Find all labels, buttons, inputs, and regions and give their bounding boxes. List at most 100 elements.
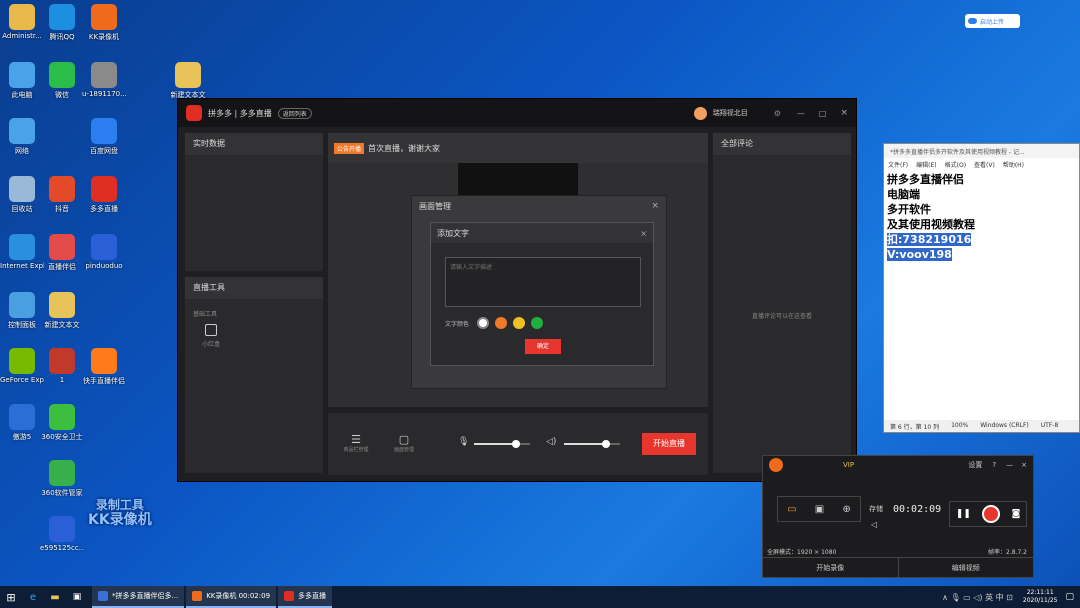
desktop-icon[interactable]: 微信	[40, 62, 84, 100]
tool-item[interactable]: 小红盒	[191, 324, 231, 348]
window-record-icon[interactable]: ▣	[815, 504, 824, 515]
desktop-icon-label: 回收站	[11, 205, 33, 213]
color-option[interactable]	[513, 317, 526, 329]
app-icon	[49, 62, 75, 88]
screen-dialog-close-icon[interactable]: ×	[651, 201, 659, 211]
color-option[interactable]	[495, 317, 508, 329]
vip-badge[interactable]: VIP	[843, 461, 854, 469]
comments-hint: 直播评论可以在这查看	[751, 313, 812, 320]
windows-start-icon[interactable]: ⊞	[0, 591, 22, 604]
clock-time: 22:11:11	[1026, 589, 1054, 596]
goods-manage-label: 商品栏管理	[343, 447, 369, 453]
kk-settings-button[interactable]: 设置	[968, 460, 982, 470]
taskbar-item[interactable]: 多多直播	[278, 586, 333, 608]
desktop-icon[interactable]: 百度网盘	[82, 118, 126, 156]
kk-help-button[interactable]: ?	[992, 461, 996, 469]
desktop-icon[interactable]: u-1891170...	[82, 62, 126, 98]
desktop-icon[interactable]: e595125cc...	[40, 516, 84, 552]
desktop-icon[interactable]: 傲游5	[0, 404, 44, 442]
desktop-icon[interactable]: 快手直播伴侣	[82, 348, 126, 386]
desktop-icon[interactable]: KK录像机	[82, 4, 126, 42]
kk-close-button[interactable]: ×	[1021, 461, 1027, 469]
text-color-label: 文字颜色	[445, 320, 470, 328]
user-avatar[interactable]	[693, 106, 707, 120]
user-name: 瑞翔视北目	[712, 109, 748, 117]
desktop-icon[interactable]: Internet Explorer	[0, 234, 44, 270]
close-icon[interactable]: ×	[840, 108, 848, 118]
desktop-icon-label: Internet Explorer	[0, 262, 44, 270]
notepad-menu-item[interactable]: 文件(F)	[888, 160, 908, 169]
desktop-icon[interactable]: 控制面板	[0, 292, 44, 330]
minimize-icon[interactable]: —	[797, 109, 805, 118]
desktop-icon[interactable]: 360安全卫士	[40, 404, 84, 442]
pause-icon[interactable]: ❚❚	[956, 509, 971, 519]
desktop-icon[interactable]: 回收站	[0, 176, 44, 214]
desktop-icon[interactable]: 直播伴侣	[40, 234, 84, 272]
app-icon	[91, 118, 117, 144]
tray-icons[interactable]: ∧ 🎙 ▭ ◁) 英 中 ⊡	[942, 592, 1013, 603]
notification-icon[interactable]: ▢	[1065, 592, 1074, 602]
desktop-icon[interactable]: 多多直播	[82, 176, 126, 214]
color-option[interactable]	[477, 317, 490, 329]
return-list-button[interactable]: 返回列表	[277, 107, 312, 119]
cloud-upload-button[interactable]: 启动上传	[965, 14, 1020, 28]
desktop-icon[interactable]: 抖音	[40, 176, 84, 214]
desktop-icon[interactable]: Administr...	[0, 4, 44, 40]
gear-icon[interactable]: ⚙	[774, 109, 781, 118]
screen-icon: ▢	[398, 433, 410, 446]
bottom-toolbar: ☰ 商品栏管理 ▢ 画面管理 🎙 ◁) 开始直播	[328, 413, 708, 475]
kk-recorder-window: VIP 设置 ? — × ▭ ▣ ⊕ 存储 ◁ 00:02:09 ❚❚ ◙ 全屏…	[762, 455, 1034, 578]
start-live-button[interactable]: 开始直播	[642, 433, 696, 455]
desktop-icon[interactable]: 新建文本文	[40, 292, 84, 330]
desktop-icon[interactable]: 360软件管家	[40, 460, 84, 498]
desktop-icon[interactable]: 腾讯QQ	[40, 4, 84, 42]
notepad-text-area[interactable]: 拼多多直播伴侣 电脑端 多开软件 及其使用视频教程 扣:738219016 V:voov…	[884, 170, 1079, 264]
tab-start-record[interactable]: 开始录像	[763, 558, 899, 577]
tab-edit-video[interactable]: 编辑视频	[899, 558, 1034, 577]
app-icon	[49, 176, 75, 202]
maximize-icon[interactable]: □	[819, 109, 827, 118]
tool-item-label: 小红盒	[201, 341, 220, 348]
desktop-icon[interactable]: pinduoduo	[82, 234, 126, 270]
speaker-slider-handle[interactable]	[602, 440, 610, 448]
screen-record-icon[interactable]: ▭	[787, 504, 796, 515]
taskbar-app-icon	[284, 591, 295, 601]
color-option[interactable]	[531, 317, 544, 329]
stop-record-icon[interactable]	[982, 505, 1001, 523]
kk-minimize-button[interactable]: —	[1006, 461, 1013, 469]
camera-icon[interactable]: ◙	[1012, 509, 1021, 519]
notepad-menu-item[interactable]: 格式(O)	[945, 160, 966, 169]
mic-slider[interactable]	[474, 440, 530, 448]
taskbar-app-icon	[192, 591, 203, 601]
mic-slider-handle[interactable]	[512, 440, 520, 448]
screen-manage-button[interactable]: ▢ 画面管理	[386, 433, 422, 453]
desktop-icon[interactable]: GeForce Experience	[0, 348, 44, 384]
screen-manage-dialog: 画面管理 × 添加文字 × 文字颜色 确定	[411, 195, 667, 389]
game-record-icon[interactable]: ⊕	[842, 504, 850, 515]
notepad-line: 电脑端	[887, 188, 920, 201]
desktop-icon-label: 网络	[15, 147, 29, 155]
speaker-slider[interactable]	[564, 440, 620, 448]
notepad-menu-item[interactable]: 帮助(H)	[1003, 160, 1024, 169]
app-icon	[49, 460, 75, 486]
store-icon[interactable]: ▣	[66, 592, 88, 602]
app-icon	[49, 292, 75, 318]
volume-icon[interactable]: ◁	[871, 520, 877, 529]
folder-icon[interactable]: ▬	[44, 592, 66, 603]
edge-icon[interactable]: e	[22, 592, 44, 603]
add-text-close-icon[interactable]: ×	[640, 229, 647, 238]
desktop-icon[interactable]: 此电脑	[0, 62, 44, 100]
notepad-menu-item[interactable]: 查看(V)	[974, 160, 995, 169]
taskbar-item[interactable]: *拼多多直播伴侣多...	[92, 586, 185, 608]
taskbar-item[interactable]: KK录像机 00:02:09	[186, 586, 277, 608]
goods-manage-button[interactable]: ☰ 商品栏管理	[338, 433, 374, 453]
notepad-menu-item[interactable]: 编辑(E)	[916, 160, 936, 169]
taskbar-item-label: *拼多多直播伴侣多...	[112, 592, 179, 600]
desktop-icon[interactable]: 网络	[0, 118, 44, 156]
screen-dialog-title: 画面管理	[419, 201, 451, 211]
confirm-button[interactable]: 确定	[525, 339, 561, 354]
text-description-input[interactable]	[445, 257, 641, 307]
add-text-dialog: 添加文字 × 文字颜色 确定	[430, 222, 654, 366]
desktop-icon[interactable]: 新建文本文	[166, 62, 210, 100]
desktop-icon[interactable]: 1	[40, 348, 84, 384]
